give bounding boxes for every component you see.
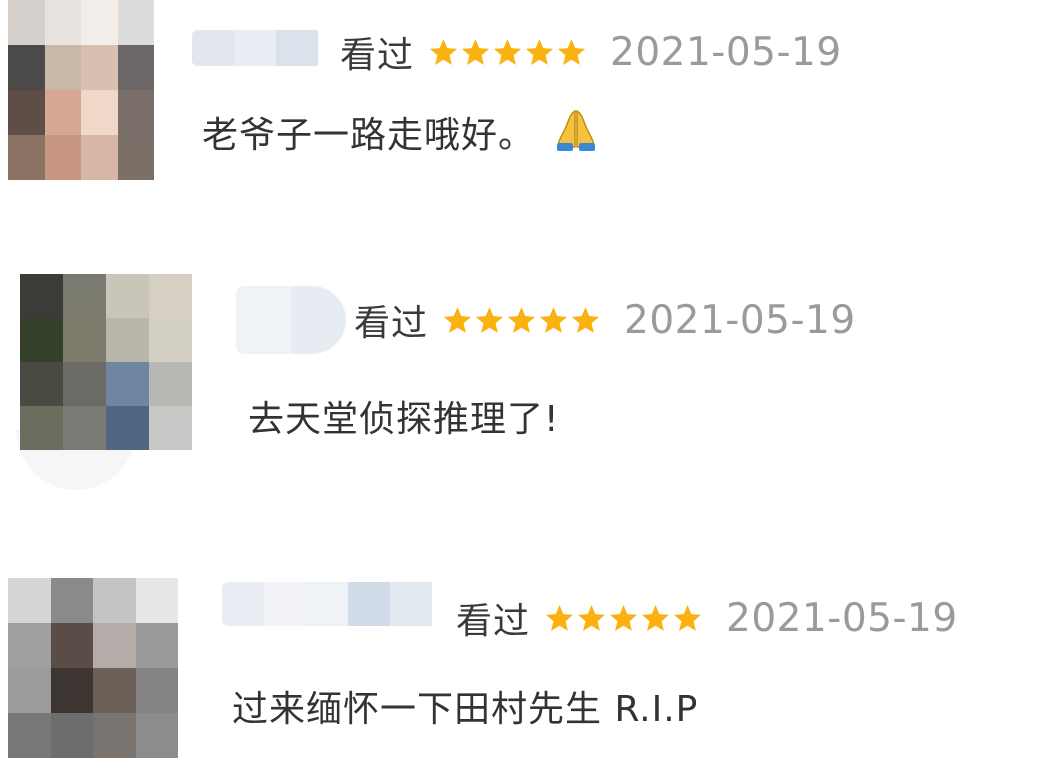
avatar-pixel	[106, 318, 149, 362]
rating-stars	[544, 603, 704, 634]
avatar-pixel	[8, 135, 45, 180]
username-blurred[interactable]	[192, 30, 332, 66]
watched-status: 看过	[340, 35, 415, 76]
avatar-pixel	[50, 578, 93, 623]
star-icon	[557, 38, 586, 65]
avatar-pixel	[8, 578, 51, 623]
avatar-pixel	[20, 318, 63, 362]
avatar-pixel	[63, 362, 106, 406]
comment-item: 看过 2021-05-19 过来缅怀一下田村先生 R.I.P	[0, 568, 1048, 772]
rating-stars	[428, 37, 588, 68]
avatar-pixel	[44, 0, 81, 45]
avatar-pixel	[93, 623, 136, 668]
star-icon	[443, 306, 472, 333]
avatar-pixel	[93, 578, 136, 623]
avatar[interactable]	[20, 274, 192, 450]
avatar-pixel	[117, 45, 154, 90]
username-blurred[interactable]	[236, 286, 346, 354]
avatar[interactable]	[8, 578, 178, 758]
avatar-pixel	[81, 135, 118, 180]
avatar-pixel	[135, 578, 178, 623]
avatar-pixel	[20, 406, 63, 450]
avatar-pixel	[50, 713, 93, 758]
star-icon	[577, 604, 606, 631]
star-icon	[571, 306, 600, 333]
avatar-pixel	[50, 623, 93, 668]
star-icon	[545, 604, 574, 631]
avatar-pixel	[135, 623, 178, 668]
star-icon	[429, 38, 458, 65]
comment-date: 2021-05-19	[610, 29, 842, 75]
avatar-pixel	[106, 406, 149, 450]
watched-status: 看过	[354, 303, 429, 344]
avatar-pixel	[149, 406, 192, 450]
avatar-pixel	[44, 135, 81, 180]
avatar-pixel	[117, 0, 154, 45]
avatar-pixel	[8, 45, 45, 90]
avatar-pixel	[117, 135, 154, 180]
comment-date: 2021-05-19	[726, 595, 958, 641]
comment-text: 过来缅怀一下田村先生 R.I.P	[232, 680, 698, 732]
comment-meta: 看过 2021-05-19	[340, 26, 842, 78]
rating-stars	[442, 305, 602, 336]
avatar-pixel	[106, 362, 149, 406]
comment-date: 2021-05-19	[624, 297, 856, 343]
star-icon	[539, 306, 568, 333]
avatar-pixel	[63, 274, 106, 318]
avatar-pixel	[93, 713, 136, 758]
avatar-pixel	[20, 274, 63, 318]
avatar[interactable]	[8, 0, 154, 180]
star-icon	[641, 604, 670, 631]
comment-meta: 看过 2021-05-19	[456, 592, 958, 644]
comment-text-content: 去天堂侦探推理了!	[248, 399, 560, 440]
comment-text-content: 老爷子一路走哦好。	[202, 115, 536, 156]
avatar-pixel	[149, 362, 192, 406]
avatar-pixel	[149, 274, 192, 318]
star-icon	[609, 604, 638, 631]
avatar-pixel	[50, 668, 93, 713]
comment-item: 看过 2021-05-19 老爷子一路走哦好。	[0, 0, 1048, 230]
watched-status: 看过	[456, 601, 531, 642]
username-blurred[interactable]	[222, 582, 452, 626]
star-icon	[461, 38, 490, 65]
star-icon	[525, 38, 554, 65]
comment-item: 看过 2021-05-19 去天堂侦探推理了!	[0, 260, 1048, 530]
avatar-pixel	[8, 0, 45, 45]
avatar-pixel	[8, 623, 51, 668]
avatar-pixel	[135, 668, 178, 713]
avatar-pixel	[81, 90, 118, 135]
avatar-pixel	[44, 45, 81, 90]
avatar-pixel	[63, 406, 106, 450]
avatar-pixel	[106, 274, 149, 318]
avatar-pixel	[149, 318, 192, 362]
avatar-pixel	[135, 713, 178, 758]
folded-hands-icon	[553, 107, 599, 153]
avatar-pixel	[8, 90, 45, 135]
star-icon	[673, 604, 702, 631]
comment-text-content: 过来缅怀一下田村先生 R.I.P	[232, 689, 699, 730]
avatar-pixel	[81, 0, 118, 45]
avatar-pixel	[63, 318, 106, 362]
comment-text: 去天堂侦探推理了!	[248, 390, 559, 442]
avatar-pixel	[93, 668, 136, 713]
star-icon	[475, 306, 504, 333]
avatar-pixel	[117, 90, 154, 135]
avatar-pixel	[8, 713, 51, 758]
avatar-pixel	[8, 668, 51, 713]
star-icon	[493, 38, 522, 65]
avatar-pixel	[81, 45, 118, 90]
comment-text: 老爷子一路走哦好。	[202, 106, 599, 158]
star-icon	[507, 306, 536, 333]
avatar-pixel	[20, 362, 63, 406]
comment-meta: 看过 2021-05-19	[354, 294, 856, 346]
avatar-pixel	[44, 90, 81, 135]
